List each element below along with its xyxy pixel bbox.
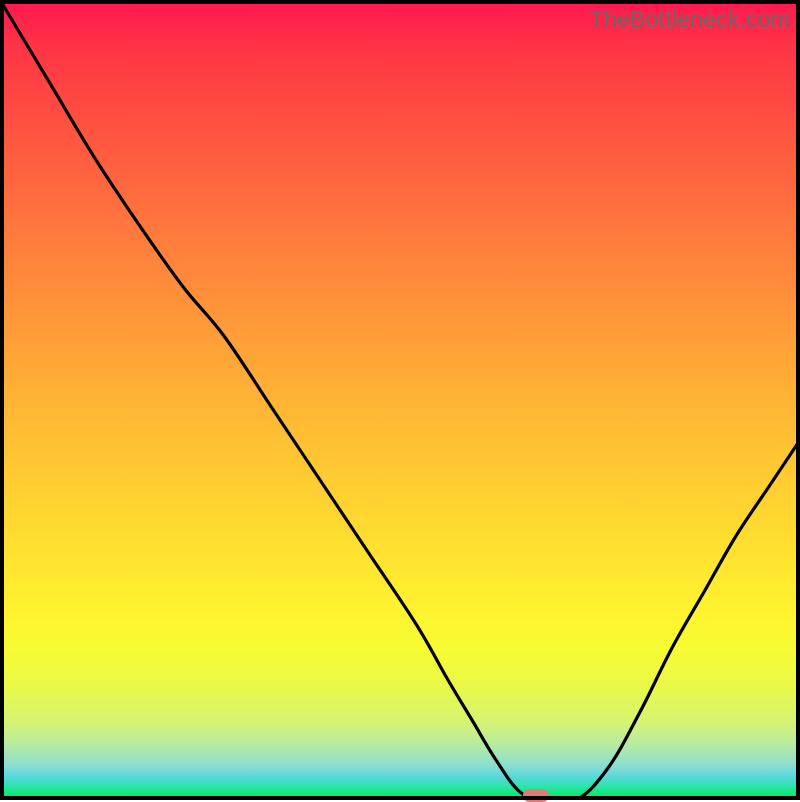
gradient-background — [0, 0, 800, 800]
bottleneck-marker — [523, 789, 549, 802]
chart-container: TheBottleneck.com — [0, 0, 800, 800]
watermark-text: TheBottleneck.com — [590, 6, 790, 33]
